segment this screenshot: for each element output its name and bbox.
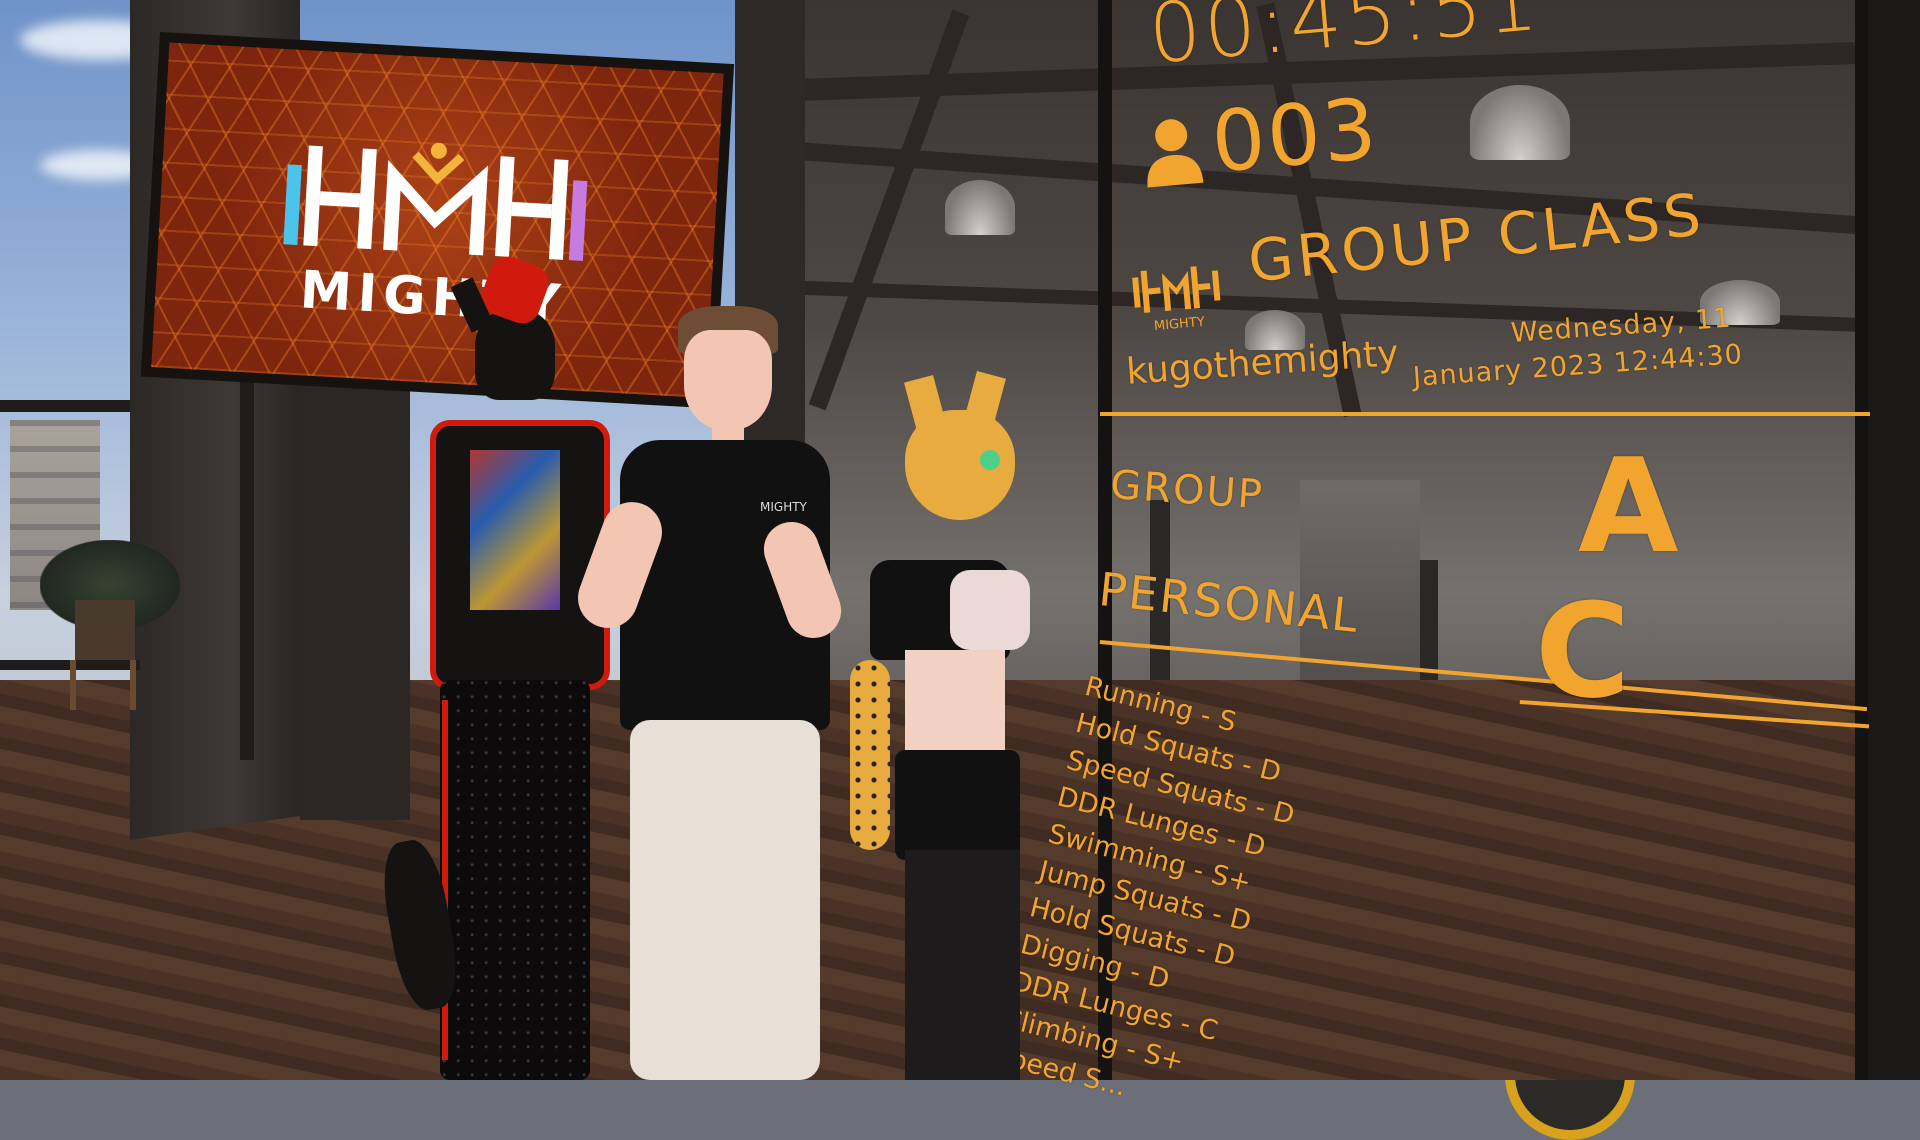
fox-eye — [980, 450, 1000, 470]
group-grade: A — [1578, 430, 1679, 582]
wall-column — [300, 330, 410, 820]
right-frame — [1868, 0, 1920, 1080]
personal-grade: C — [1535, 575, 1631, 727]
avatar-face — [684, 330, 772, 430]
person-icon — [1147, 119, 1204, 188]
fox-avatar — [850, 370, 1040, 1080]
avatar-pants — [630, 720, 820, 1080]
wolf-pants — [440, 680, 590, 1080]
wolf-shirt-print — [470, 450, 560, 610]
fox-shorts — [895, 750, 1020, 860]
player-count-value: 003 — [1207, 79, 1382, 192]
ceiling-lamp — [945, 180, 1015, 235]
mighty-logo-icon: MIGHTY — [1132, 266, 1221, 334]
plant-stand-leg — [70, 660, 76, 710]
fox-midriff — [905, 650, 1005, 760]
divider-line — [1100, 412, 1870, 416]
glass-mullion — [1855, 0, 1869, 1080]
window-frame — [240, 360, 254, 760]
human-avatar: MIGHTY — [569, 300, 849, 1080]
plant-pot — [75, 600, 135, 660]
ceiling-lamp — [1470, 85, 1570, 160]
fox-arm — [850, 660, 890, 850]
window-frame — [0, 400, 130, 412]
player-count: 003 — [1138, 77, 1407, 219]
plant-stand-leg — [130, 660, 136, 710]
fox-leggings — [905, 850, 1020, 1080]
shirt-logo: MIGHTY — [760, 500, 807, 514]
mighty-logo-icon — [283, 142, 588, 261]
fox-sleeve — [950, 570, 1030, 650]
